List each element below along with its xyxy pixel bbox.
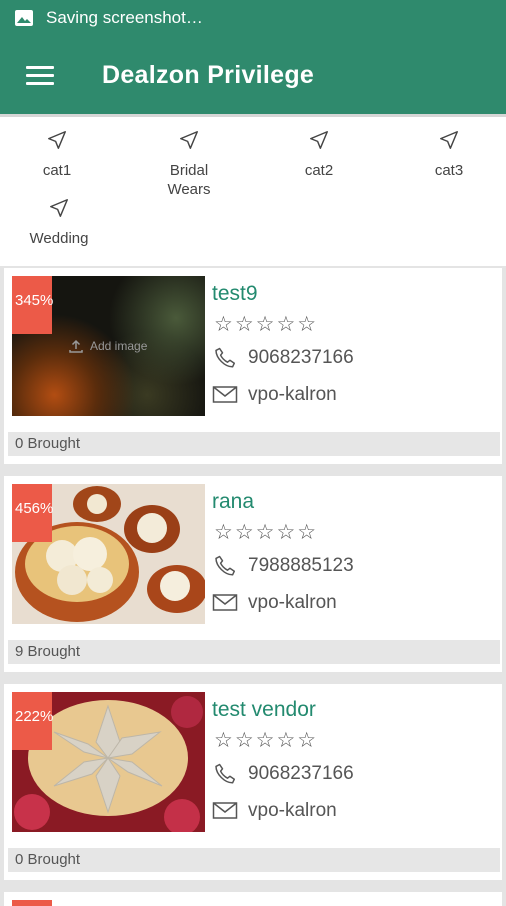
brought-count: 0 Brought — [8, 848, 500, 872]
discount-badge: 345% — [12, 276, 53, 334]
vendor-image: 222% — [12, 692, 205, 832]
phone-icon — [215, 763, 236, 784]
image-icon — [15, 10, 33, 26]
navigation-arrow-icon — [440, 131, 458, 149]
rating-stars[interactable]: ☆☆☆☆☆ — [214, 728, 318, 753]
navigation-arrow-icon — [48, 131, 66, 149]
phone-number: 9068237166 — [248, 347, 354, 368]
app-title: Dealzon Privilege — [102, 60, 315, 89]
rating-stars[interactable]: ☆☆☆☆☆ — [214, 312, 318, 337]
phone-row[interactable]: 9068237166 — [212, 762, 354, 786]
navigation-arrow-icon — [180, 131, 198, 149]
vendor-card[interactable]: 345% Add image test9 ☆☆☆☆☆ 9068237166 vp… — [4, 268, 502, 464]
vendor-image: 456% — [12, 484, 205, 624]
phone-number: 9068237166 — [248, 763, 354, 784]
category-label: Bridal Wears — [167, 162, 211, 198]
navigation-arrow-icon — [310, 131, 328, 149]
app-bar: Dealzon Privilege — [0, 36, 506, 114]
phone-icon — [215, 347, 236, 368]
brought-count: 0 Brought — [8, 432, 500, 456]
category-item-cat1[interactable]: cat1 — [2, 129, 112, 180]
phone-number: 7988885123 — [248, 555, 354, 576]
vendor-card-partial[interactable] — [4, 892, 502, 906]
phone-row[interactable]: 9068237166 — [212, 346, 354, 370]
mail-icon — [212, 594, 238, 611]
discount-badge — [12, 900, 52, 906]
status-bar: Saving screenshot… — [0, 0, 506, 36]
menu-icon[interactable] — [26, 61, 54, 90]
discount-badge: 222% — [12, 692, 53, 750]
vendor-address: vpo-kalron — [248, 384, 337, 405]
status-text: Saving screenshot… — [46, 8, 203, 27]
vendor-name: test vendor — [212, 698, 316, 721]
category-label: cat2 — [304, 162, 334, 179]
category-grid: cat1 Bridal Wears cat2 cat3 Wedding — [0, 114, 506, 266]
vendor-card[interactable]: 222% test vendor ☆☆☆☆☆ 9068237166 vpo-ka… — [4, 684, 502, 880]
address-row: vpo-kalron — [212, 592, 337, 614]
mail-icon — [212, 386, 238, 403]
vendor-card[interactable]: 456% rana ☆☆☆☆☆ 7988885123 vpo-kalron 9 … — [4, 476, 502, 672]
category-label: Wedding — [29, 230, 89, 247]
phone-icon — [215, 555, 236, 576]
rating-stars[interactable]: ☆☆☆☆☆ — [214, 520, 318, 545]
add-image-placeholder: Add image — [68, 338, 147, 354]
phone-row[interactable]: 7988885123 — [212, 554, 354, 578]
brought-count: 9 Brought — [8, 640, 500, 664]
category-label: cat3 — [434, 162, 464, 179]
category-label: cat1 — [42, 162, 72, 179]
upload-icon — [69, 339, 83, 353]
vendor-image: 345% Add image — [12, 276, 205, 416]
address-row: vpo-kalron — [212, 384, 337, 406]
discount-badge: 456% — [12, 484, 53, 542]
category-item-cat3[interactable]: cat3 — [394, 129, 504, 180]
category-item-wedding[interactable]: Wedding — [4, 197, 114, 248]
address-row: vpo-kalron — [212, 800, 337, 822]
mail-icon — [212, 802, 238, 819]
vendor-address: vpo-kalron — [248, 592, 337, 613]
category-item-cat2[interactable]: cat2 — [264, 129, 374, 180]
category-item-bridal-wears[interactable]: Bridal Wears — [134, 129, 244, 199]
vendor-name: rana — [212, 490, 255, 513]
vendor-address: vpo-kalron — [248, 800, 337, 821]
navigation-arrow-icon — [50, 199, 68, 217]
vendor-name: test9 — [212, 282, 258, 305]
